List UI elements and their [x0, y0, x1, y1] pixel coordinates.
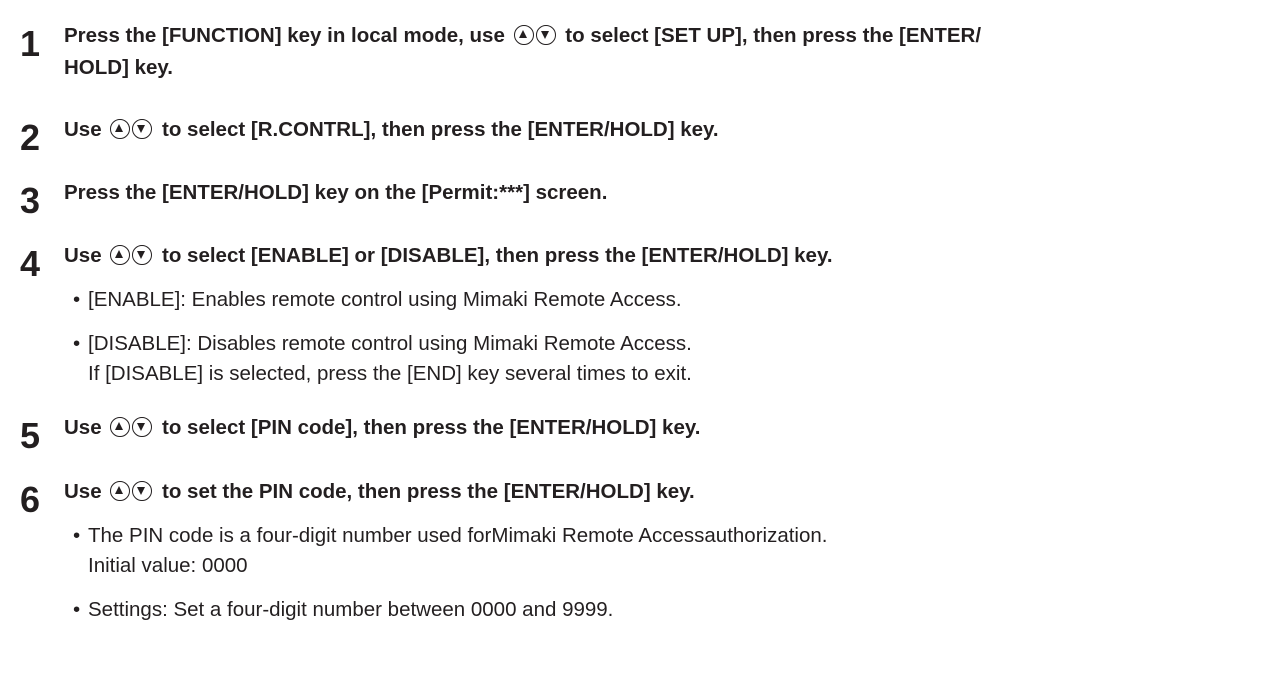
- step-instruction: Press the [ENTER/HOLD] key on the [Permi…: [64, 181, 608, 204]
- bullet-line: The PIN code is a four-digit number used…: [88, 524, 828, 547]
- up-arrow-key-icon: [513, 25, 534, 45]
- down-arrow-key-icon: [132, 245, 153, 265]
- step-number: 1: [20, 23, 41, 64]
- step-text-before: Use: [64, 118, 102, 141]
- step-text-after: to set the PIN code, then press the [ENT…: [162, 480, 695, 503]
- step-number: 4: [20, 243, 41, 284]
- step-text-after: to select [ENABLE] or [DISABLE], then pr…: [162, 244, 833, 267]
- step-instruction: Press the [FUNCTION] key in local mode, …: [64, 20, 1254, 84]
- step-instruction: Use to select [PIN code], then press the…: [64, 412, 1254, 444]
- bullet-text: Settings: Set a four-digit number betwee…: [88, 595, 1248, 625]
- step-text-after: to select [PIN code], then press the [EN…: [162, 416, 701, 439]
- arrow-keys: [109, 480, 153, 503]
- down-arrow-key-icon: [535, 25, 556, 45]
- step-instruction: Use to select [R.CONTRL], then press the…: [64, 114, 1254, 146]
- bullet-line: Initial value: 0000: [88, 554, 248, 577]
- arrow-keys: [109, 416, 153, 439]
- instruction-document: 1 Press the [FUNCTION] key in local mode…: [0, 0, 1266, 693]
- bullet-line: If [DISABLE] is selected, press the [END…: [88, 362, 692, 385]
- step-number: 6: [20, 479, 41, 520]
- bullet-dot: •: [73, 598, 81, 621]
- bullet-dot: •: [73, 332, 81, 355]
- up-arrow-key-icon: [110, 119, 131, 139]
- step-instruction: Use to select [ENABLE] or [DISABLE], the…: [64, 240, 1254, 272]
- bullet-text: The PIN code is a four-digit number used…: [88, 521, 1248, 581]
- step-text-before: Use: [64, 480, 102, 503]
- step-text-before: Use: [64, 416, 102, 439]
- step-text-before: Press the [FUNCTION] key in local mode, …: [64, 24, 505, 47]
- arrow-keys: [109, 244, 153, 267]
- step-number: 2: [20, 117, 41, 158]
- bullet-dot: •: [73, 288, 81, 311]
- step-text-after: to select [SET UP], then press the [ENTE…: [565, 24, 982, 47]
- down-arrow-key-icon: [132, 119, 153, 139]
- step-text-before: Use: [64, 244, 102, 267]
- bullet-line: [ENABLE]: Enables remote control using M…: [88, 288, 682, 311]
- step-instruction: Use to set the PIN code, then press the …: [64, 476, 1254, 508]
- step-number: 3: [20, 180, 41, 221]
- step-text-line2: HOLD] key.: [64, 56, 173, 79]
- up-arrow-key-icon: [110, 481, 131, 501]
- up-arrow-key-icon: [110, 417, 131, 437]
- bullet-text: [DISABLE]: Disables remote control using…: [88, 329, 1248, 389]
- arrow-keys: [513, 24, 557, 47]
- bullet-text: [ENABLE]: Enables remote control using M…: [88, 285, 1248, 315]
- down-arrow-key-icon: [132, 481, 153, 501]
- down-arrow-key-icon: [132, 417, 153, 437]
- arrow-keys: [109, 118, 153, 141]
- step-number: 5: [20, 415, 41, 456]
- bullet-dot: •: [73, 524, 81, 547]
- step-text-after: to select [R.CONTRL], then press the [EN…: [162, 118, 719, 141]
- up-arrow-key-icon: [110, 245, 131, 265]
- bullet-line: [DISABLE]: Disables remote control using…: [88, 332, 692, 355]
- bullet-line: Settings: Set a four-digit number betwee…: [88, 598, 614, 621]
